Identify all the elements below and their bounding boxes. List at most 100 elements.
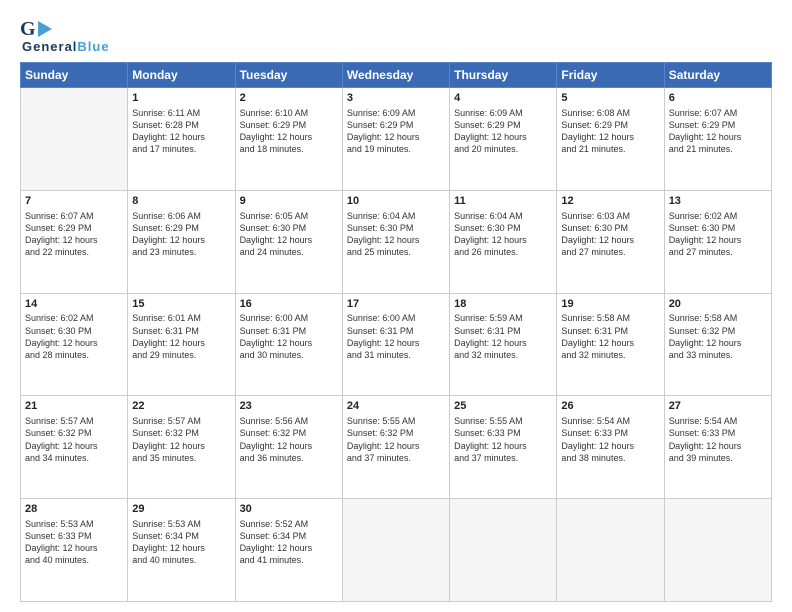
weekday-header-sunday: Sunday xyxy=(21,63,128,88)
day-info: Sunrise: 6:10 AMSunset: 6:29 PMDaylight:… xyxy=(240,107,338,156)
logo: G GeneralBlue xyxy=(20,18,110,54)
weekday-header-tuesday: Tuesday xyxy=(235,63,342,88)
calendar-cell: 14Sunrise: 6:02 AMSunset: 6:30 PMDayligh… xyxy=(21,293,128,396)
header: G GeneralBlue xyxy=(20,18,772,54)
calendar-cell: 27Sunrise: 5:54 AMSunset: 6:33 PMDayligh… xyxy=(664,396,771,499)
day-number: 9 xyxy=(240,194,338,209)
day-info: Sunrise: 6:02 AMSunset: 6:30 PMDaylight:… xyxy=(25,312,123,361)
day-info: Sunrise: 6:03 AMSunset: 6:30 PMDaylight:… xyxy=(561,210,659,259)
day-info: Sunrise: 5:54 AMSunset: 6:33 PMDaylight:… xyxy=(669,415,767,464)
day-number: 29 xyxy=(132,502,230,517)
day-number: 18 xyxy=(454,297,552,312)
calendar-cell xyxy=(557,499,664,602)
calendar-week-3: 14Sunrise: 6:02 AMSunset: 6:30 PMDayligh… xyxy=(21,293,772,396)
calendar-cell: 8Sunrise: 6:06 AMSunset: 6:29 PMDaylight… xyxy=(128,190,235,293)
day-number: 13 xyxy=(669,194,767,209)
calendar-cell: 21Sunrise: 5:57 AMSunset: 6:32 PMDayligh… xyxy=(21,396,128,499)
day-info: Sunrise: 5:57 AMSunset: 6:32 PMDaylight:… xyxy=(25,415,123,464)
logo-name: GeneralBlue xyxy=(22,39,110,54)
day-number: 17 xyxy=(347,297,445,312)
calendar-cell: 9Sunrise: 6:05 AMSunset: 6:30 PMDaylight… xyxy=(235,190,342,293)
calendar-cell: 10Sunrise: 6:04 AMSunset: 6:30 PMDayligh… xyxy=(342,190,449,293)
day-number: 2 xyxy=(240,91,338,106)
day-number: 21 xyxy=(25,399,123,414)
day-number: 22 xyxy=(132,399,230,414)
day-info: Sunrise: 6:09 AMSunset: 6:29 PMDaylight:… xyxy=(454,107,552,156)
day-info: Sunrise: 6:06 AMSunset: 6:29 PMDaylight:… xyxy=(132,210,230,259)
weekday-header-friday: Friday xyxy=(557,63,664,88)
day-info: Sunrise: 6:05 AMSunset: 6:30 PMDaylight:… xyxy=(240,210,338,259)
day-number: 5 xyxy=(561,91,659,106)
day-number: 27 xyxy=(669,399,767,414)
calendar-cell: 15Sunrise: 6:01 AMSunset: 6:31 PMDayligh… xyxy=(128,293,235,396)
day-info: Sunrise: 6:07 AMSunset: 6:29 PMDaylight:… xyxy=(669,107,767,156)
day-number: 16 xyxy=(240,297,338,312)
day-number: 20 xyxy=(669,297,767,312)
day-info: Sunrise: 5:55 AMSunset: 6:33 PMDaylight:… xyxy=(454,415,552,464)
day-number: 24 xyxy=(347,399,445,414)
day-info: Sunrise: 5:57 AMSunset: 6:32 PMDaylight:… xyxy=(132,415,230,464)
calendar-cell: 1Sunrise: 6:11 AMSunset: 6:28 PMDaylight… xyxy=(128,88,235,191)
weekday-header-monday: Monday xyxy=(128,63,235,88)
day-number: 26 xyxy=(561,399,659,414)
day-number: 25 xyxy=(454,399,552,414)
day-info: Sunrise: 6:04 AMSunset: 6:30 PMDaylight:… xyxy=(454,210,552,259)
day-number: 15 xyxy=(132,297,230,312)
day-info: Sunrise: 6:09 AMSunset: 6:29 PMDaylight:… xyxy=(347,107,445,156)
calendar-cell: 12Sunrise: 6:03 AMSunset: 6:30 PMDayligh… xyxy=(557,190,664,293)
calendar-cell: 20Sunrise: 5:58 AMSunset: 6:32 PMDayligh… xyxy=(664,293,771,396)
day-info: Sunrise: 6:08 AMSunset: 6:29 PMDaylight:… xyxy=(561,107,659,156)
day-info: Sunrise: 5:55 AMSunset: 6:32 PMDaylight:… xyxy=(347,415,445,464)
day-number: 10 xyxy=(347,194,445,209)
calendar-cell: 18Sunrise: 5:59 AMSunset: 6:31 PMDayligh… xyxy=(450,293,557,396)
calendar-cell: 13Sunrise: 6:02 AMSunset: 6:30 PMDayligh… xyxy=(664,190,771,293)
weekday-header-row: SundayMondayTuesdayWednesdayThursdayFrid… xyxy=(21,63,772,88)
calendar-cell: 17Sunrise: 6:00 AMSunset: 6:31 PMDayligh… xyxy=(342,293,449,396)
calendar-cell: 30Sunrise: 5:52 AMSunset: 6:34 PMDayligh… xyxy=(235,499,342,602)
day-info: Sunrise: 6:11 AMSunset: 6:28 PMDaylight:… xyxy=(132,107,230,156)
calendar-cell: 23Sunrise: 5:56 AMSunset: 6:32 PMDayligh… xyxy=(235,396,342,499)
calendar-week-2: 7Sunrise: 6:07 AMSunset: 6:29 PMDaylight… xyxy=(21,190,772,293)
calendar-cell: 26Sunrise: 5:54 AMSunset: 6:33 PMDayligh… xyxy=(557,396,664,499)
day-number: 14 xyxy=(25,297,123,312)
calendar-cell: 25Sunrise: 5:55 AMSunset: 6:33 PMDayligh… xyxy=(450,396,557,499)
day-info: Sunrise: 5:54 AMSunset: 6:33 PMDaylight:… xyxy=(561,415,659,464)
logo-arrow-icon xyxy=(38,21,52,37)
calendar-week-4: 21Sunrise: 5:57 AMSunset: 6:32 PMDayligh… xyxy=(21,396,772,499)
calendar-cell: 22Sunrise: 5:57 AMSunset: 6:32 PMDayligh… xyxy=(128,396,235,499)
day-number: 6 xyxy=(669,91,767,106)
calendar-cell xyxy=(21,88,128,191)
calendar-cell: 11Sunrise: 6:04 AMSunset: 6:30 PMDayligh… xyxy=(450,190,557,293)
day-number: 1 xyxy=(132,91,230,106)
day-info: Sunrise: 5:58 AMSunset: 6:31 PMDaylight:… xyxy=(561,312,659,361)
day-number: 19 xyxy=(561,297,659,312)
day-number: 7 xyxy=(25,194,123,209)
day-info: Sunrise: 6:04 AMSunset: 6:30 PMDaylight:… xyxy=(347,210,445,259)
day-number: 12 xyxy=(561,194,659,209)
calendar-week-1: 1Sunrise: 6:11 AMSunset: 6:28 PMDaylight… xyxy=(21,88,772,191)
calendar-cell: 24Sunrise: 5:55 AMSunset: 6:32 PMDayligh… xyxy=(342,396,449,499)
weekday-header-thursday: Thursday xyxy=(450,63,557,88)
calendar-cell: 3Sunrise: 6:09 AMSunset: 6:29 PMDaylight… xyxy=(342,88,449,191)
calendar-cell xyxy=(342,499,449,602)
calendar-week-5: 28Sunrise: 5:53 AMSunset: 6:33 PMDayligh… xyxy=(21,499,772,602)
day-number: 30 xyxy=(240,502,338,517)
day-number: 4 xyxy=(454,91,552,106)
day-info: Sunrise: 6:01 AMSunset: 6:31 PMDaylight:… xyxy=(132,312,230,361)
day-info: Sunrise: 5:53 AMSunset: 6:34 PMDaylight:… xyxy=(132,518,230,567)
page: G GeneralBlue SundayMondayTuesdayWednesd… xyxy=(0,0,792,612)
weekday-header-saturday: Saturday xyxy=(664,63,771,88)
calendar-cell: 7Sunrise: 6:07 AMSunset: 6:29 PMDaylight… xyxy=(21,190,128,293)
day-info: Sunrise: 5:53 AMSunset: 6:33 PMDaylight:… xyxy=(25,518,123,567)
day-number: 8 xyxy=(132,194,230,209)
calendar-cell: 4Sunrise: 6:09 AMSunset: 6:29 PMDaylight… xyxy=(450,88,557,191)
weekday-header-wednesday: Wednesday xyxy=(342,63,449,88)
logo-g: G xyxy=(20,18,36,41)
day-info: Sunrise: 6:00 AMSunset: 6:31 PMDaylight:… xyxy=(347,312,445,361)
day-info: Sunrise: 6:02 AMSunset: 6:30 PMDaylight:… xyxy=(669,210,767,259)
day-info: Sunrise: 6:07 AMSunset: 6:29 PMDaylight:… xyxy=(25,210,123,259)
day-number: 3 xyxy=(347,91,445,106)
calendar-cell: 5Sunrise: 6:08 AMSunset: 6:29 PMDaylight… xyxy=(557,88,664,191)
calendar-table: SundayMondayTuesdayWednesdayThursdayFrid… xyxy=(20,62,772,602)
calendar-cell: 2Sunrise: 6:10 AMSunset: 6:29 PMDaylight… xyxy=(235,88,342,191)
